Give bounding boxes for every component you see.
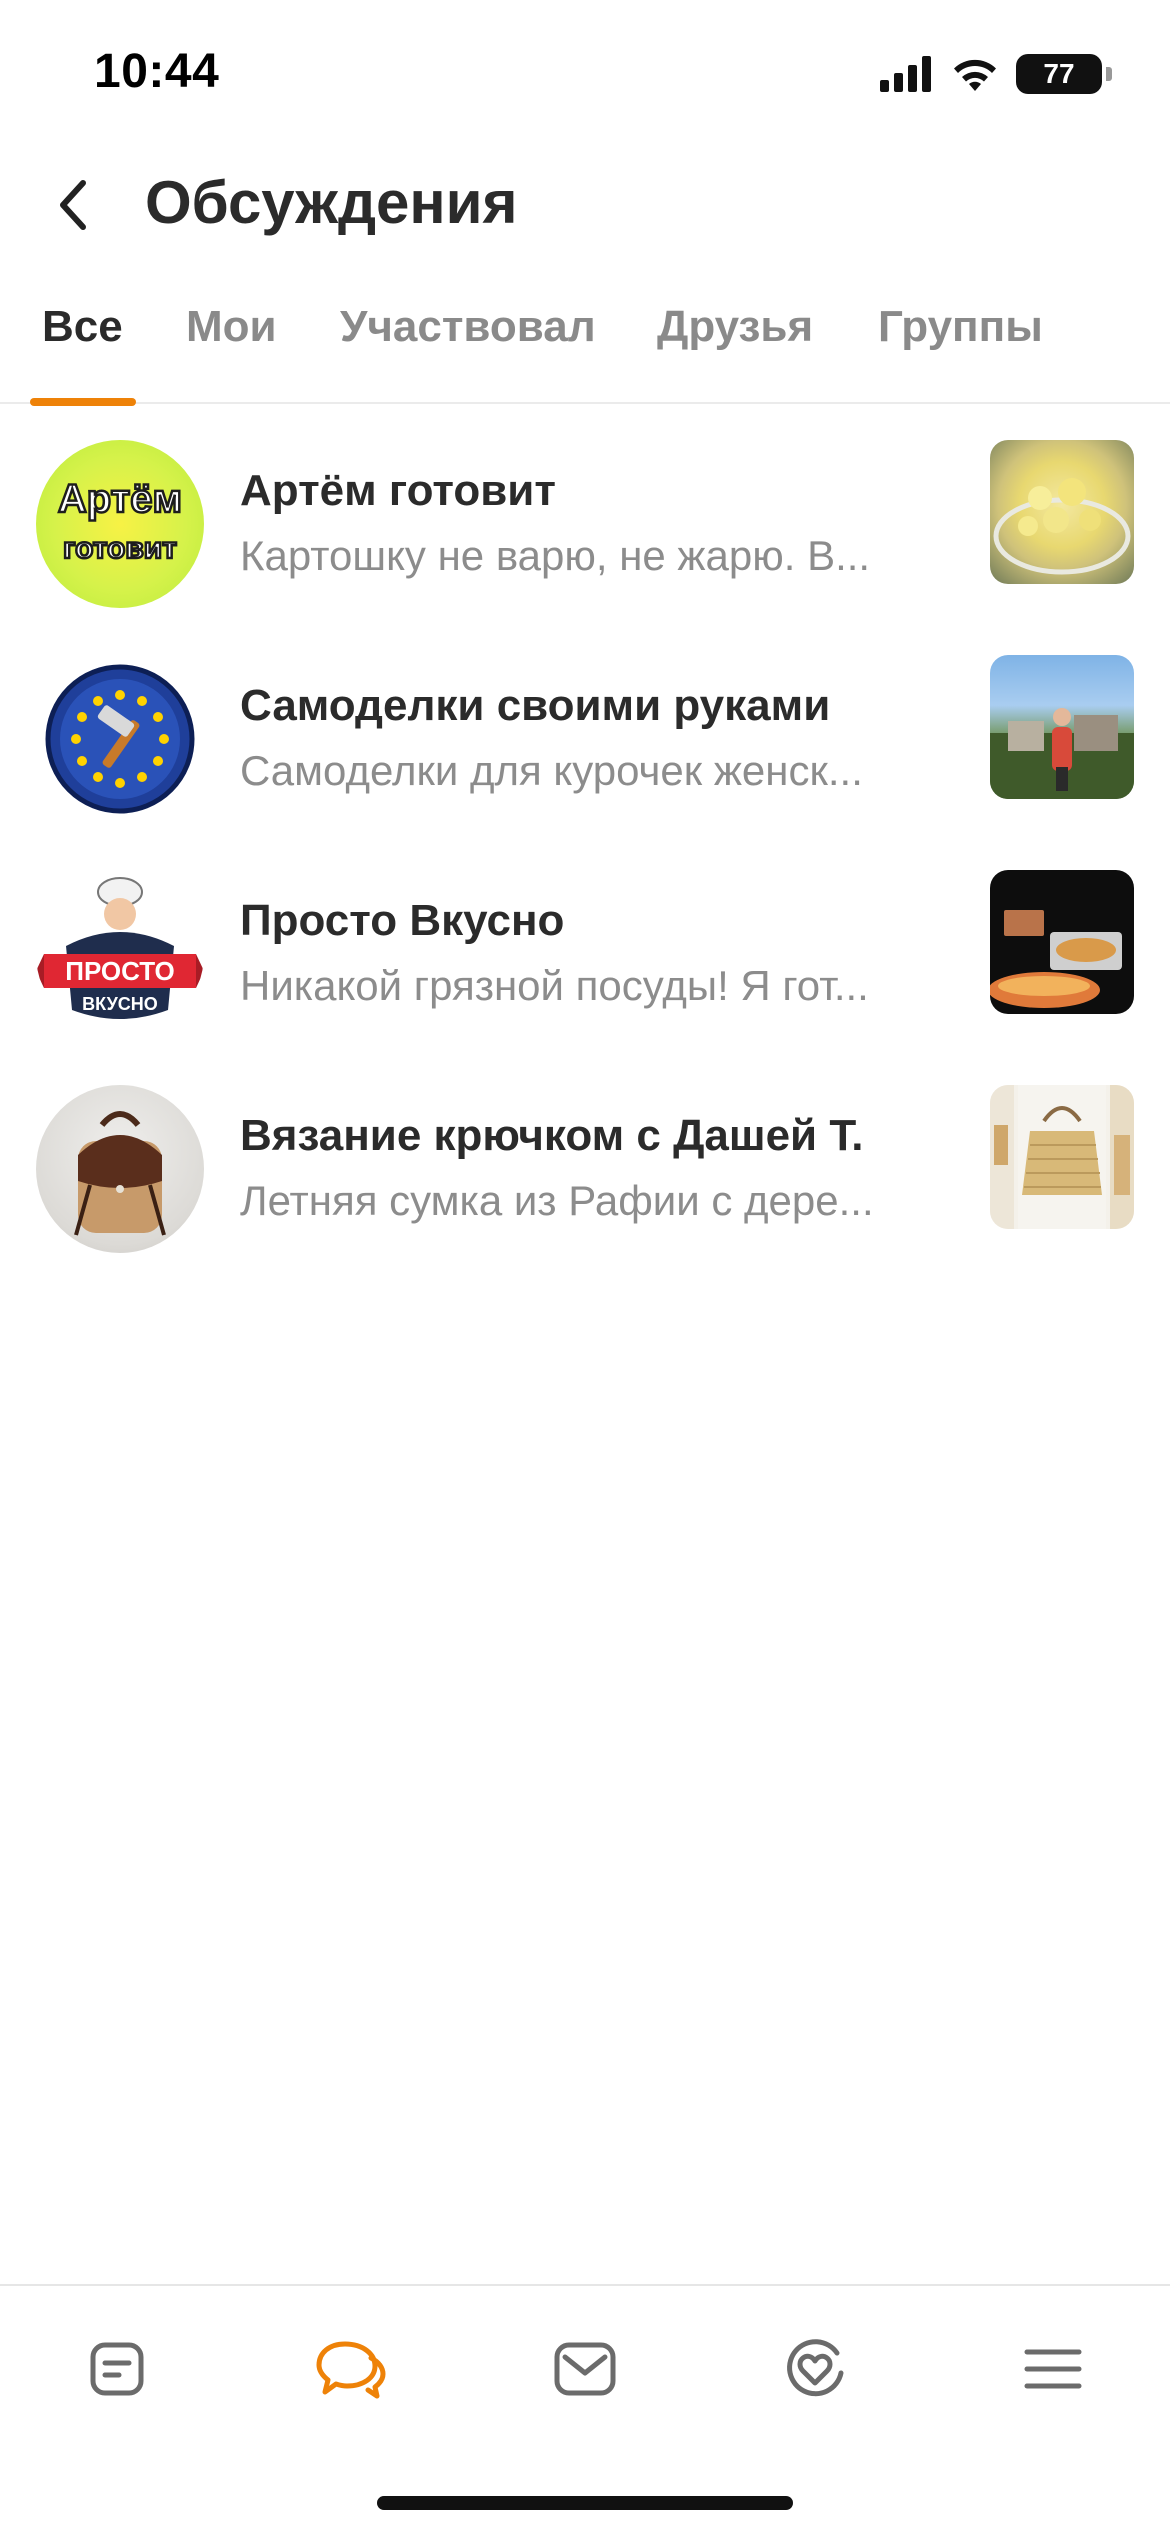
- discussion-title: Вязание крючком с Дашей Т.: [240, 1111, 864, 1160]
- raffia-bag-image: [990, 1085, 1134, 1229]
- nav-discussions[interactable]: [306, 2324, 396, 2414]
- baked-dish-image: [990, 910, 1122, 1008]
- avatar-logo: ПРОСТО ВКУСНО: [36, 877, 204, 1019]
- post-thumbnail[interactable]: [990, 1085, 1134, 1229]
- avatar: ПРОСТО ВКУСНО: [36, 870, 204, 1038]
- avatar-text-line1: Артём: [58, 477, 182, 521]
- discussion-title: Самоделки своими руками: [240, 681, 831, 730]
- wifi-icon: [954, 59, 996, 91]
- discussion-item[interactable]: ПРОСТО ВКУСНО Просто Вкусно Никакой гряз…: [0, 834, 1170, 1049]
- avatar-text-line2: ВКУСНО: [82, 994, 158, 1014]
- post-thumbnail[interactable]: [990, 440, 1134, 584]
- hammer-in-stars-icon: [45, 664, 195, 814]
- cellular-signal-icon: [880, 56, 931, 92]
- status-icons: 77: [880, 52, 1112, 96]
- avatar-text-line1: ПРОСТО: [65, 956, 175, 986]
- menu-icon: [1024, 2349, 1082, 2389]
- discussion-preview: Летняя сумка из Рафии с дере...: [240, 1177, 874, 1224]
- avatar: [36, 1085, 204, 1253]
- status-bar: 10:44 77: [0, 0, 1170, 150]
- feed-icon: [90, 2342, 144, 2396]
- chevron-left-icon: [60, 180, 86, 230]
- header: Обсуждения: [0, 150, 1170, 260]
- discussion-preview: Картошку не варю, не жарю. В...: [240, 532, 871, 579]
- tab-participated[interactable]: Участвовал: [340, 302, 596, 352]
- avatar-logo: Артём готовит: [57, 476, 184, 567]
- page-title: Обсуждения: [145, 169, 518, 236]
- nav-friends[interactable]: [770, 2324, 860, 2414]
- backpack-icon: [74, 1111, 166, 1236]
- battery-cap: [1106, 67, 1112, 81]
- discussion-title: Артём готовит: [240, 466, 556, 515]
- discussion-preview: Никакой грязной посуды! Я гот...: [240, 962, 869, 1009]
- avatar: [36, 655, 204, 823]
- post-thumbnail[interactable]: [990, 870, 1134, 1014]
- battery-level: 77: [1043, 58, 1075, 89]
- tab-groups[interactable]: Группы: [878, 302, 1043, 352]
- tab-mine[interactable]: Мои: [186, 302, 277, 352]
- discussion-item[interactable]: Вязание крючком с Дашей Т. Летняя сумка …: [0, 1049, 1170, 1264]
- nav-menu[interactable]: [1008, 2324, 1098, 2414]
- bottom-nav: [0, 2284, 1170, 2532]
- discussion-preview: Самоделки для курочек женск...: [240, 747, 863, 794]
- discussion-list: Артём готовит Артём готовит Картошку не …: [0, 404, 1170, 1264]
- back-button[interactable]: [40, 172, 106, 238]
- messages-icon: [554, 2342, 616, 2396]
- post-thumbnail[interactable]: [990, 655, 1134, 799]
- nav-messages[interactable]: [540, 2324, 630, 2414]
- potato-dish-image: [993, 478, 1131, 575]
- garden-photo-image: [990, 708, 1134, 799]
- avatar-text-line2: готовит: [63, 532, 177, 565]
- discussion-title: Просто Вкусно: [240, 896, 565, 945]
- home-indicator[interactable]: [377, 2496, 793, 2510]
- tab-friends[interactable]: Друзья: [657, 302, 813, 352]
- tab-bar: Все Мои Участвовал Друзья Группы: [0, 280, 1170, 406]
- status-time: 10:44: [94, 45, 220, 98]
- discussion-item[interactable]: Самоделки своими руками Самоделки для ку…: [0, 619, 1170, 834]
- friends-heart-icon: [787, 2339, 844, 2397]
- avatar: Артём готовит: [36, 440, 204, 608]
- discussions-icon: [316, 2341, 386, 2399]
- battery-indicator: 77: [1016, 54, 1102, 94]
- nav-feed[interactable]: [72, 2324, 162, 2414]
- discussion-item[interactable]: Артём готовит Артём готовит Картошку не …: [0, 404, 1170, 619]
- tab-all[interactable]: Все: [42, 302, 123, 352]
